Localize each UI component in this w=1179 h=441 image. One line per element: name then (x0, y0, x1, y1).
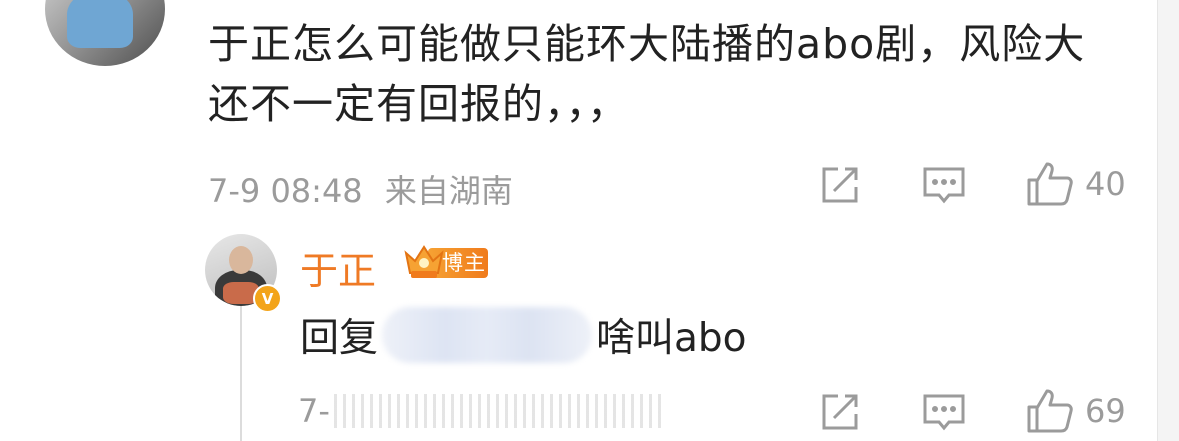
comment-icon (923, 167, 965, 204)
avatar-scarf (67, 0, 133, 48)
verified-badge-icon: V (253, 284, 282, 313)
comment-meta: 7-9 08:48 来自湖南 (208, 166, 513, 212)
thumbs-up-icon (1027, 162, 1073, 206)
comment-text: 于正怎么可能做只能环大陆播的abo剧，风险大还不一定有回报的，，， (208, 20, 1086, 128)
thumbs-up-icon (1027, 389, 1073, 433)
crown-icon (404, 245, 444, 278)
share-icon (822, 167, 858, 203)
reply-text: 回复 啥叫abo (300, 307, 747, 363)
like-button[interactable]: 40 (1025, 160, 1126, 208)
scrollbar[interactable] (1157, 0, 1179, 441)
reply-share-button[interactable] (818, 390, 862, 434)
comment-time: 7-9 08:48 (208, 172, 363, 210)
reply-like-count: 69 (1085, 392, 1126, 430)
reply-meta: 7- (298, 392, 664, 430)
comment-icon (923, 394, 965, 431)
comment-button[interactable] (921, 163, 967, 207)
comment-location: 来自湖南 (384, 172, 513, 210)
commenter-avatar[interactable] (45, 0, 165, 66)
reply-content: 啥叫abo (596, 316, 747, 361)
reply-time: 7- (298, 392, 330, 430)
blurred-time (333, 394, 664, 428)
like-count: 40 (1085, 165, 1126, 203)
share-icon (822, 394, 858, 430)
reply-prefix: 回复 (300, 316, 379, 361)
blurred-username (382, 307, 593, 363)
share-button[interactable] (818, 163, 862, 207)
reply-username[interactable]: 于正 (300, 240, 376, 295)
reply-like-button[interactable]: 69 (1025, 387, 1126, 435)
reply-comment-button[interactable] (921, 390, 967, 434)
blogger-badge: 博主 (402, 241, 488, 283)
avatar-head (229, 246, 253, 274)
